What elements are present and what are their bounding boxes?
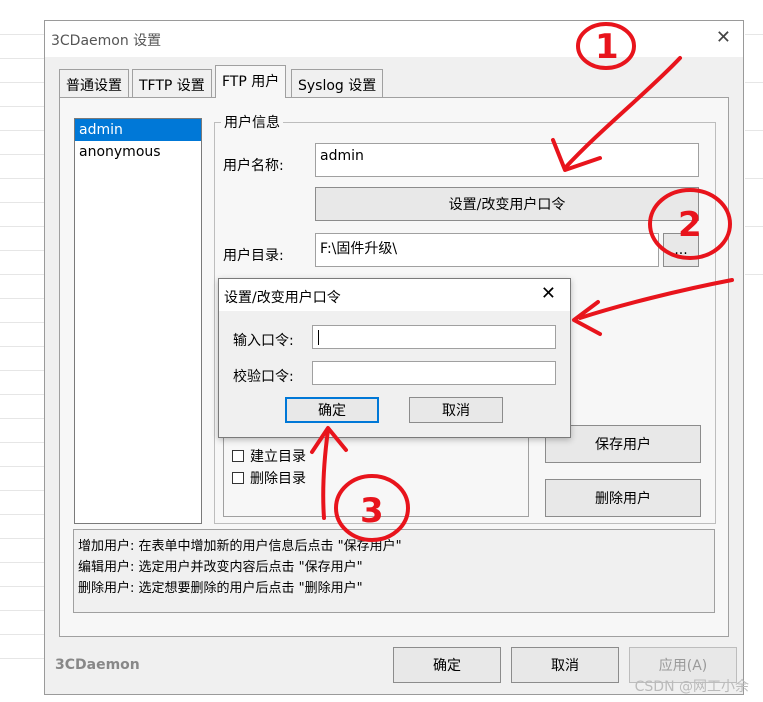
- help-text-box: 增加用户: 在表单中增加新的用户信息后点击 "保存用户" 编辑用户: 选定用户并…: [73, 529, 715, 613]
- list-item[interactable]: admin: [75, 119, 201, 141]
- enter-password-label: 输入口令:: [233, 333, 294, 349]
- tab-syslog[interactable]: Syslog 设置: [291, 69, 384, 97]
- help-line: 编辑用户: 选定用户并改变内容后点击 "保存用户": [78, 560, 363, 575]
- browse-button[interactable]: ...: [663, 233, 699, 267]
- username-label: 用户名称:: [223, 158, 284, 174]
- dialog-ok-button[interactable]: 确定: [285, 397, 379, 423]
- delete-dir-checkbox[interactable]: [232, 472, 244, 484]
- tab-general[interactable]: 普通设置: [59, 69, 129, 97]
- set-password-button[interactable]: 设置/改变用户口令: [315, 187, 699, 221]
- close-icon[interactable]: ✕: [541, 283, 556, 304]
- create-dir-label: 建立目录: [250, 449, 306, 465]
- password-dialog: 设置/改变用户口令 ✕ 输入口令: 校验口令: 确定 取消: [218, 278, 571, 438]
- verify-password-field[interactable]: [312, 361, 556, 385]
- close-icon[interactable]: ✕: [716, 27, 731, 48]
- enter-password-field[interactable]: [312, 325, 556, 349]
- dialog-title: 设置/改变用户口令: [224, 290, 341, 306]
- window-title: 3CDaemon 设置: [51, 33, 162, 49]
- group-title: 用户信息: [221, 112, 283, 132]
- footer-brand: 3CDaemon: [55, 657, 140, 673]
- verify-password-label: 校验口令:: [233, 369, 294, 385]
- help-line: 删除用户: 选定想要删除的用户后点击 "删除用户": [78, 581, 363, 596]
- tab-tftp[interactable]: TFTP 设置: [132, 69, 212, 97]
- ok-button[interactable]: 确定: [393, 647, 501, 683]
- tab-ftp-users[interactable]: FTP 用户: [215, 65, 287, 98]
- list-item[interactable]: anonymous: [75, 141, 201, 163]
- title-bar: 3CDaemon 设置 ✕: [45, 21, 743, 57]
- directory-field[interactable]: F:\固件升级\: [315, 233, 659, 267]
- delete-user-button[interactable]: 删除用户: [545, 479, 701, 517]
- user-list[interactable]: admin anonymous: [74, 118, 202, 524]
- directory-label: 用户目录:: [223, 248, 284, 264]
- username-field[interactable]: admin: [315, 143, 699, 177]
- text-caret: [318, 330, 319, 345]
- dialog-cancel-button[interactable]: 取消: [409, 397, 503, 423]
- create-dir-checkbox[interactable]: [232, 450, 244, 462]
- cancel-button[interactable]: 取消: [511, 647, 619, 683]
- dialog-title-bar: 设置/改变用户口令 ✕: [219, 279, 570, 311]
- watermark: CSDN @网工小余: [634, 679, 749, 695]
- help-line: 增加用户: 在表单中增加新的用户信息后点击 "保存用户": [78, 539, 402, 554]
- delete-dir-label: 删除目录: [250, 471, 306, 487]
